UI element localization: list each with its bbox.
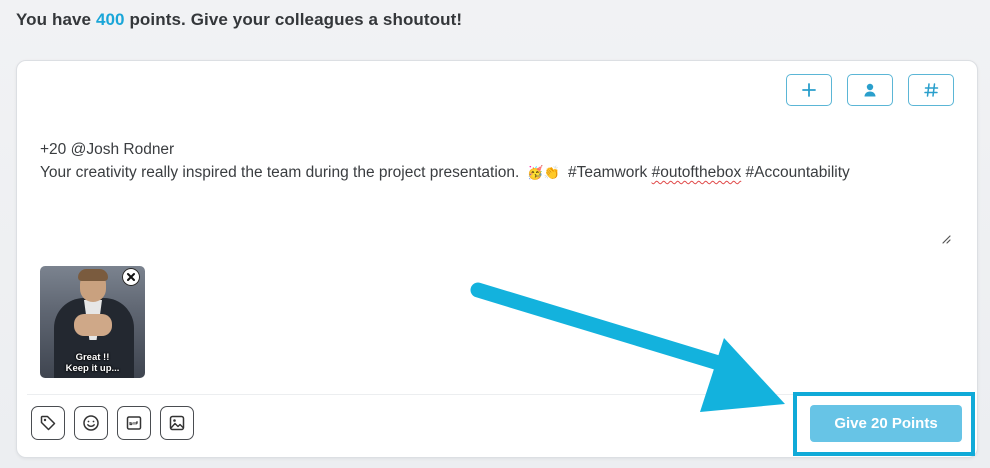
gif-caption-line1: Great !! [75, 352, 110, 363]
gif-caption: Great !! Keep it up... [40, 352, 145, 374]
gif-caption-line2: Keep it up... [65, 363, 120, 374]
tag-button[interactable] [31, 406, 65, 440]
add-button[interactable] [786, 74, 832, 106]
tag-icon [40, 415, 56, 431]
image-icon [169, 415, 185, 431]
mention-user-button[interactable] [847, 74, 893, 106]
hashtag-icon [924, 83, 939, 97]
gif-button[interactable] [117, 406, 151, 440]
gif-icon [126, 416, 142, 430]
points-headline: You have 400 points. Give your colleague… [16, 10, 462, 30]
message-line-body: Your creativity really inspired the team… [40, 161, 850, 184]
plus-icon [802, 83, 816, 97]
hashtag-outofthebox: #outofthebox [651, 164, 742, 181]
image-upload-button[interactable] [160, 406, 194, 440]
hashtag-accountability: #Accountability [745, 164, 850, 181]
message-line-mention: +20 @Josh Rodner [40, 141, 175, 158]
hashtag-button[interactable] [908, 74, 954, 106]
message-emojis: 🥳👏 [527, 165, 560, 180]
headline-suffix: points. Give your colleagues a shoutout! [129, 10, 463, 29]
message-text: Your creativity really inspired the team… [40, 164, 520, 181]
headline-prefix: You have [16, 10, 92, 29]
points-balance: 400 [95, 10, 125, 29]
person-icon [864, 83, 876, 97]
message-textarea[interactable]: +20 @Josh Rodner Your creativity really … [40, 138, 850, 184]
close-icon [127, 273, 135, 281]
give-points-button[interactable]: Give 20 Points [810, 405, 962, 442]
resize-handle-icon[interactable] [941, 234, 951, 244]
smiley-icon [83, 415, 99, 431]
remove-attachment-button[interactable] [122, 268, 140, 286]
hashtag-teamwork: #Teamwork [568, 164, 648, 181]
emoji-button[interactable] [74, 406, 108, 440]
